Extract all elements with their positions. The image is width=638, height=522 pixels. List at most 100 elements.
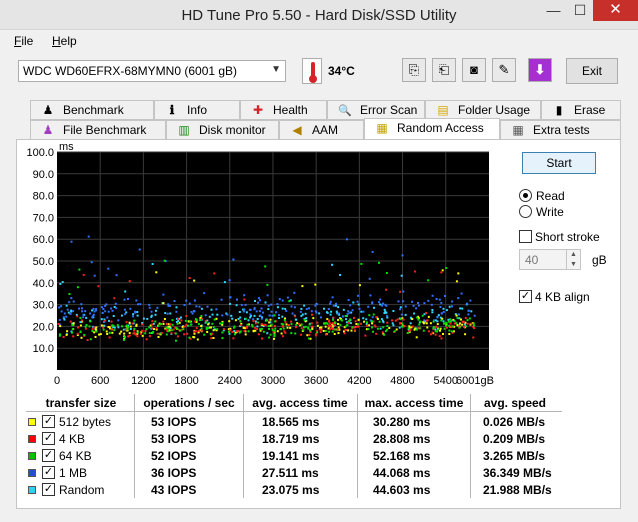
thermometer-icon bbox=[302, 58, 322, 84]
extra-tests-icon: ▦ bbox=[512, 123, 524, 137]
menu-help[interactable]: Help bbox=[52, 34, 77, 48]
toolbar: WDC WD60EFRX-68MYMN0 (6001 gB) ▼ 34°C ⎘ … bbox=[0, 52, 638, 90]
copy-info-button[interactable]: ⎘ bbox=[402, 58, 426, 82]
copy-icon: ⎘ bbox=[408, 62, 420, 77]
health-icon: ✚ bbox=[252, 103, 264, 117]
random-access-icon: ▦ bbox=[376, 121, 388, 135]
tab-random-access[interactable]: ▦ Random Access bbox=[364, 118, 500, 140]
options-button[interactable]: ✎ bbox=[492, 58, 516, 82]
row-operations: 53 IOPS bbox=[151, 415, 197, 429]
save-button[interactable]: ⬇ bbox=[528, 58, 552, 82]
row-transfer-size: 64 KB bbox=[59, 449, 92, 463]
row-avg-access: 18.565 ms bbox=[262, 415, 320, 429]
spin-up-icon[interactable]: ▲ bbox=[566, 250, 580, 260]
folder-icon: ▤ bbox=[437, 103, 449, 117]
tab-erase[interactable]: ▮ Erase bbox=[541, 100, 621, 120]
row-avg-speed: 21.988 MB/s bbox=[483, 483, 552, 497]
series-color-swatch bbox=[28, 486, 36, 494]
tab-folder-usage[interactable]: ▤ Folder Usage bbox=[425, 100, 541, 120]
menu-file[interactable]: File bbox=[14, 34, 33, 48]
speaker-icon: ◀ bbox=[292, 123, 302, 137]
row-operations: 36 IOPS bbox=[151, 466, 197, 480]
trash-icon: ▮ bbox=[555, 103, 563, 117]
series-checkbox[interactable]: ✓ bbox=[42, 432, 55, 445]
tab-aam[interactable]: ◀ AAM bbox=[279, 120, 364, 140]
row-operations: 53 IOPS bbox=[151, 432, 197, 446]
row-avg-speed: 0.209 MB/s bbox=[483, 432, 546, 446]
tab-health[interactable]: ✚ Health bbox=[240, 100, 327, 120]
row-max-access: 44.068 ms bbox=[373, 466, 431, 480]
row-avg-access: 27.511 ms bbox=[262, 466, 319, 480]
col-avg-access: avg. access time bbox=[252, 396, 348, 410]
write-radio[interactable]: Write bbox=[519, 204, 619, 219]
row-transfer-size: 4 KB bbox=[59, 432, 86, 446]
col-max-access: max. access time bbox=[364, 396, 464, 410]
tab-error-scan[interactable]: 🔍 Error Scan bbox=[327, 100, 425, 120]
tab-info[interactable]: ℹ Info bbox=[154, 100, 240, 120]
read-radio-dot bbox=[519, 189, 532, 202]
row-transfer-size: Random bbox=[59, 483, 105, 497]
camera-icon: ◙ bbox=[470, 62, 478, 77]
series-checkbox[interactable]: ✓ bbox=[42, 483, 55, 496]
drive-select[interactable]: WDC WD60EFRX-68MYMN0 (6001 gB) ▼ bbox=[18, 60, 286, 82]
tab-file-benchmark[interactable]: ♟ File Benchmark bbox=[30, 120, 166, 140]
benchmark-icon: ♟ bbox=[42, 103, 54, 117]
close-button[interactable]: ✕ bbox=[593, 0, 638, 21]
series-checkbox[interactable]: ✓ bbox=[42, 449, 55, 462]
row-avg-access: 23.075 ms bbox=[262, 483, 320, 497]
read-radio[interactable]: Read bbox=[519, 188, 619, 203]
row-avg-speed: 3.265 MB/s bbox=[483, 449, 546, 463]
row-max-access: 28.808 ms bbox=[373, 432, 431, 446]
row-avg-access: 18.719 ms bbox=[262, 432, 320, 446]
drive-select-value: WDC WD60EFRX-68MYMN0 (6001 gB) bbox=[23, 64, 238, 78]
disk-monitor-icon: ▥ bbox=[178, 123, 190, 137]
tab-benchmark[interactable]: ♟ Benchmark bbox=[30, 100, 154, 120]
row-avg-speed: 36.349 MB/s bbox=[483, 466, 552, 480]
row-transfer-size: 512 bytes bbox=[59, 415, 112, 429]
short-stroke-unit: gB bbox=[592, 253, 607, 267]
row-max-access: 30.280 ms bbox=[373, 415, 431, 429]
copy-all-button[interactable]: ⎗ bbox=[432, 58, 456, 82]
short-stroke-value: 40 bbox=[525, 253, 539, 267]
align-label: 4 KB align bbox=[535, 290, 590, 304]
magnifier-icon: 🔍 bbox=[338, 105, 352, 117]
series-color-swatch bbox=[28, 435, 36, 443]
title-bar: HD Tune Pro 5.50 - Hard Disk/SSD Utility… bbox=[0, 0, 638, 30]
minimize-button[interactable]: — bbox=[540, 0, 567, 21]
short-stroke-checkbox[interactable] bbox=[519, 230, 532, 243]
series-checkbox[interactable]: ✓ bbox=[42, 415, 55, 428]
chevron-down-icon: ▼ bbox=[271, 64, 281, 75]
align-checkbox[interactable]: ✓ bbox=[519, 290, 532, 303]
series-color-swatch bbox=[28, 452, 36, 460]
row-transfer-size: 1 MB bbox=[59, 466, 88, 480]
tab-disk-monitor[interactable]: ▥ Disk monitor bbox=[166, 120, 279, 140]
screenshot-button[interactable]: ◙ bbox=[462, 58, 486, 82]
download-arrow-icon: ⬇ bbox=[534, 62, 546, 77]
row-avg-access: 19.141 ms bbox=[262, 449, 320, 463]
col-transfer-size: transfer size bbox=[45, 396, 117, 410]
col-avg-speed: avg. speed bbox=[483, 396, 547, 410]
series-checkbox[interactable]: ✓ bbox=[42, 466, 55, 479]
file-benchmark-icon: ♟ bbox=[42, 123, 54, 137]
exit-button[interactable]: Exit bbox=[566, 58, 618, 84]
row-operations: 43 IOPS bbox=[151, 483, 197, 497]
spin-down-icon[interactable]: ▼ bbox=[566, 260, 580, 270]
menu-bar: File Help bbox=[0, 31, 638, 51]
temperature-readout: 34°C bbox=[328, 64, 355, 78]
series-color-swatch bbox=[28, 418, 36, 426]
col-operations: operations / sec bbox=[143, 396, 235, 410]
short-stroke-spinner[interactable]: 40 ▲ ▼ bbox=[519, 249, 581, 270]
row-max-access: 52.168 ms bbox=[373, 449, 431, 463]
row-avg-speed: 0.026 MB/s bbox=[483, 415, 546, 429]
maximize-button[interactable]: ☐ bbox=[567, 0, 593, 21]
write-radio-dot bbox=[519, 205, 532, 218]
wrench-icon: ✎ bbox=[498, 62, 510, 77]
info-icon: ℹ bbox=[169, 103, 175, 117]
series-color-swatch bbox=[28, 469, 36, 477]
row-max-access: 44.603 ms bbox=[373, 483, 431, 497]
copy-all-icon: ⎗ bbox=[438, 62, 450, 77]
start-button[interactable]: Start bbox=[522, 152, 596, 174]
row-operations: 52 IOPS bbox=[151, 449, 197, 463]
short-stroke-label: Short stroke bbox=[535, 230, 600, 244]
tab-extra-tests[interactable]: ▦ Extra tests bbox=[500, 120, 621, 140]
